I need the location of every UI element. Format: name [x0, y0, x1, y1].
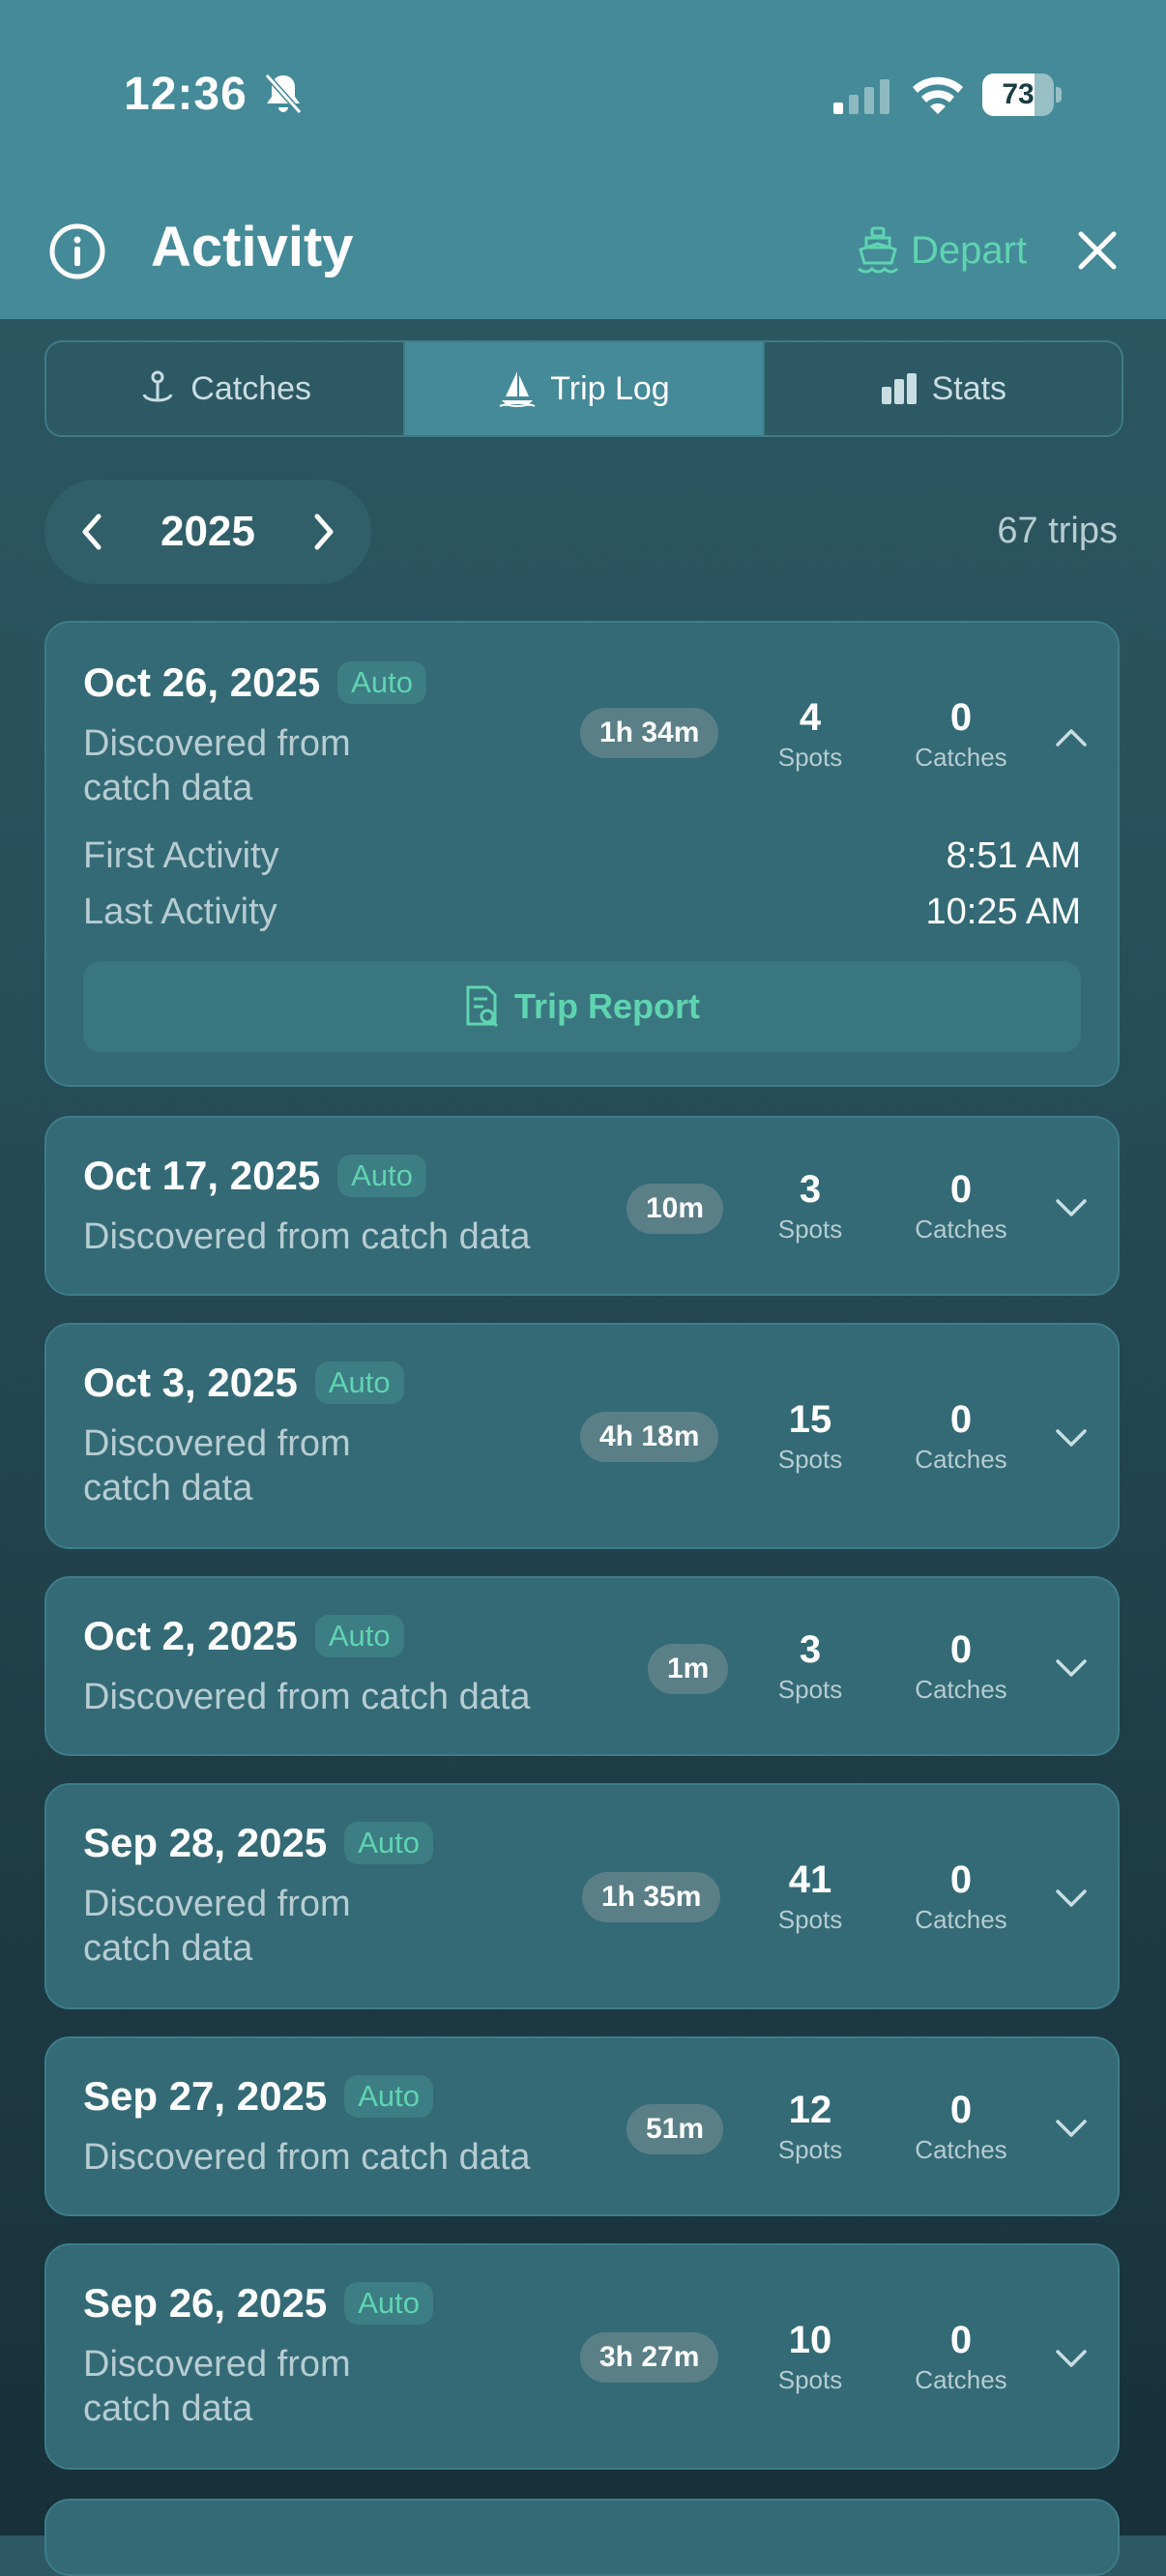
duration-badge: 10m: [627, 1184, 724, 1234]
year-picker: 2025: [44, 480, 371, 584]
chevron-down-icon[interactable]: [1054, 1427, 1089, 1450]
spots-stat: 12 Spots: [777, 2089, 843, 2164]
trip-source: Discovered from catch data: [83, 1884, 351, 1969]
depart-button[interactable]: Depart: [857, 220, 1027, 280]
trip-card[interactable]: Sep 26, 2025 Auto Discovered from catch d…: [44, 2243, 1120, 2470]
trip-count: 67 trips: [997, 511, 1118, 551]
spots-stat: 15 Spots: [777, 1398, 843, 1474]
chevron-down-icon[interactable]: [1054, 1197, 1089, 1220]
catches-stat: 0 Catches: [915, 2089, 1007, 2164]
trip-card[interactable]: Oct 17, 2025 Auto Discovered from catch d…: [44, 1116, 1120, 1296]
chevron-up-icon[interactable]: [1054, 725, 1089, 748]
duration-badge: 4h 18m: [580, 1412, 719, 1462]
depart-label: Depart: [911, 228, 1028, 272]
trip-card-partial[interactable]: [44, 2499, 1120, 2576]
trip-source: Discovered from catch data: [83, 723, 351, 808]
last-activity-row: Last Activity 10:25 AM: [83, 892, 1081, 933]
auto-badge: Auto: [314, 1361, 404, 1404]
chevron-down-icon[interactable]: [1054, 1657, 1089, 1681]
chevron-right-icon[interactable]: [309, 512, 338, 551]
last-activity-time: 10:25 AM: [925, 892, 1081, 932]
tab-catches[interactable]: Catches: [46, 342, 403, 435]
spots-stat: 10 Spots: [777, 2319, 843, 2394]
trip-source: Discovered from catch data: [83, 1216, 531, 1257]
duration-badge: 51m: [627, 2104, 724, 2154]
chevron-down-icon[interactable]: [1054, 2348, 1089, 2371]
duration-badge: 1h 35m: [582, 1872, 721, 1922]
auto-badge: Auto: [314, 1615, 404, 1657]
bar-chart-icon: [881, 373, 917, 404]
first-activity-time: 8:51 AM: [946, 835, 1081, 876]
first-activity-label: First Activity: [83, 835, 279, 876]
trip-card[interactable]: Sep 27, 2025 Auto Discovered from catch d…: [44, 2036, 1120, 2216]
battery-indicator: 73: [982, 73, 1062, 116]
last-activity-label: Last Activity: [83, 892, 277, 932]
trip-card[interactable]: Oct 2, 2025 Auto Discovered from catch da…: [44, 1576, 1120, 1756]
tab-trip-log[interactable]: Trip Log: [403, 342, 763, 435]
trip-date: Oct 3, 2025: [83, 1360, 298, 1405]
trip-source: Discovered from catch data: [83, 1677, 531, 1717]
spots-stat: 3 Spots: [777, 1168, 843, 1244]
page-title: Activity: [151, 216, 354, 278]
status-time: 12:36: [124, 69, 248, 120]
trip-date: Sep 28, 2025: [83, 1820, 328, 1865]
wifi-icon: [913, 76, 963, 114]
auto-badge: Auto: [344, 2075, 433, 2118]
spots-stat: 41 Spots: [777, 1859, 843, 1934]
anchor-pin-icon: [142, 370, 173, 402]
report-icon: [466, 985, 499, 1028]
auto-badge: Auto: [337, 1155, 426, 1197]
tab-stats-label: Stats: [931, 369, 1007, 407]
trip-date: Sep 26, 2025: [83, 2280, 328, 2326]
first-activity-row: First Activity 8:51 AM: [83, 835, 1081, 877]
bell-muted-icon: [264, 73, 303, 115]
trip-card[interactable]: Oct 3, 2025 Auto Discovered from catch da…: [44, 1323, 1120, 1549]
close-icon[interactable]: [1077, 230, 1118, 271]
trip-source: Discovered from catch data: [83, 2137, 531, 2178]
trip-report-button[interactable]: Trip Report: [83, 961, 1081, 1052]
segmented-tabs: Catches Trip Log Stats: [44, 340, 1123, 437]
year-value: 2025: [160, 508, 255, 555]
auto-badge: Auto: [344, 2282, 433, 2325]
trip-card[interactable]: Oct 26, 2025 Auto Discovered from catch d…: [44, 621, 1120, 1087]
chevron-left-icon[interactable]: [77, 512, 106, 551]
duration-badge: 1h 34m: [580, 708, 719, 758]
spots-stat: 4 Spots: [777, 696, 843, 772]
tab-trip-log-label: Trip Log: [550, 369, 670, 407]
catches-stat: 0 Catches: [915, 1398, 1007, 1474]
sailboat-icon: [499, 371, 536, 408]
trip-card[interactable]: Sep 28, 2025 Auto Discovered from catch d…: [44, 1783, 1120, 2009]
catches-stat: 0 Catches: [915, 2319, 1007, 2394]
trip-source: Discovered from catch data: [83, 1423, 351, 1508]
trip-date: Oct 17, 2025: [83, 1153, 321, 1198]
chevron-down-icon[interactable]: [1054, 1888, 1089, 1911]
auto-badge: Auto: [337, 661, 426, 704]
catches-stat: 0 Catches: [915, 1628, 1007, 1704]
info-icon[interactable]: [48, 222, 106, 280]
app-header: 12:36 73 Activity Depart: [0, 0, 1166, 319]
catches-stat: 0 Catches: [915, 1168, 1007, 1244]
tab-catches-label: Catches: [190, 369, 312, 407]
cellular-signal-icon: [833, 79, 889, 114]
trip-report-label: Trip Report: [513, 986, 700, 1026]
auto-badge: Auto: [344, 1822, 433, 1864]
trip-date: Sep 27, 2025: [83, 2073, 328, 2119]
battery-level: 73: [1002, 78, 1035, 110]
catches-stat: 0 Catches: [915, 696, 1007, 772]
ship-icon: [858, 226, 899, 274]
duration-badge: 1m: [648, 1644, 729, 1694]
duration-badge: 3h 27m: [580, 2332, 719, 2383]
trip-date: Oct 26, 2025: [83, 659, 321, 705]
trip-date: Oct 2, 2025: [83, 1613, 298, 1658]
spots-stat: 3 Spots: [777, 1628, 843, 1704]
tab-stats[interactable]: Stats: [762, 342, 1122, 435]
chevron-down-icon[interactable]: [1054, 2118, 1089, 2141]
trip-source: Discovered from catch data: [83, 2344, 351, 2429]
catches-stat: 0 Catches: [915, 1859, 1007, 1934]
